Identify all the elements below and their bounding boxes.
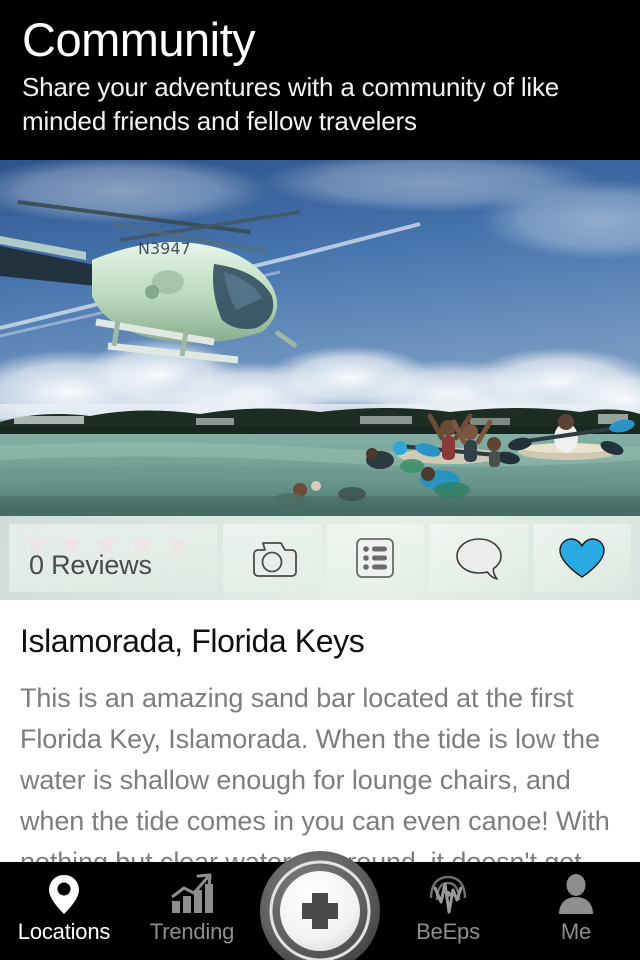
list-button[interactable] <box>326 524 424 592</box>
page-title: Community <box>22 13 256 66</box>
tab-locations[interactable]: Locations <box>0 862 128 960</box>
tab-trending-label: Trending <box>149 919 235 944</box>
tab-me-label: Me <box>560 919 592 944</box>
plus-icon <box>260 851 380 960</box>
map-pin-icon <box>44 871 84 917</box>
add-button[interactable] <box>258 849 382 960</box>
pulse-wave-icon <box>424 871 472 917</box>
page-subtitle: Share your adventures with a community o… <box>22 72 560 136</box>
location-description: This is an amazing sand bar located at t… <box>20 683 610 862</box>
heart-icon <box>559 538 605 578</box>
location-photo-image: N3947 <box>0 160 640 516</box>
location-photo[interactable]: N3947 <box>0 160 640 516</box>
camera-icon <box>252 542 297 577</box>
tab-locations-label: Locations <box>17 919 111 944</box>
location-name: Islamorada, Florida Keys <box>20 623 365 659</box>
tab-beeps[interactable]: BeEps <box>384 862 512 960</box>
app-root: Community Share your adventures with a c… <box>0 0 640 960</box>
favorite-button[interactable] <box>533 524 631 592</box>
action-bar: ★★★★★ 0 Reviews <box>0 516 640 600</box>
camera-button[interactable] <box>223 524 321 592</box>
tab-beeps-label: BeEps <box>416 919 480 944</box>
location-details: Islamorada, Florida Keys This is an amaz… <box>0 600 640 862</box>
svg-text:N3947: N3947 <box>138 239 191 258</box>
comment-button[interactable] <box>430 524 528 592</box>
trending-chart-icon <box>168 871 216 917</box>
tab-me[interactable]: Me <box>512 862 640 960</box>
speech-bubble-icon <box>455 538 502 580</box>
tab-trending[interactable]: Trending <box>128 862 256 960</box>
reviews-button[interactable]: ★★★★★ 0 Reviews <box>9 524 217 592</box>
person-icon <box>555 871 597 917</box>
reviews-count-label: 0 Reviews <box>29 549 152 580</box>
page-header: Community Share your adventures with a c… <box>0 0 640 160</box>
list-icon <box>356 538 395 578</box>
